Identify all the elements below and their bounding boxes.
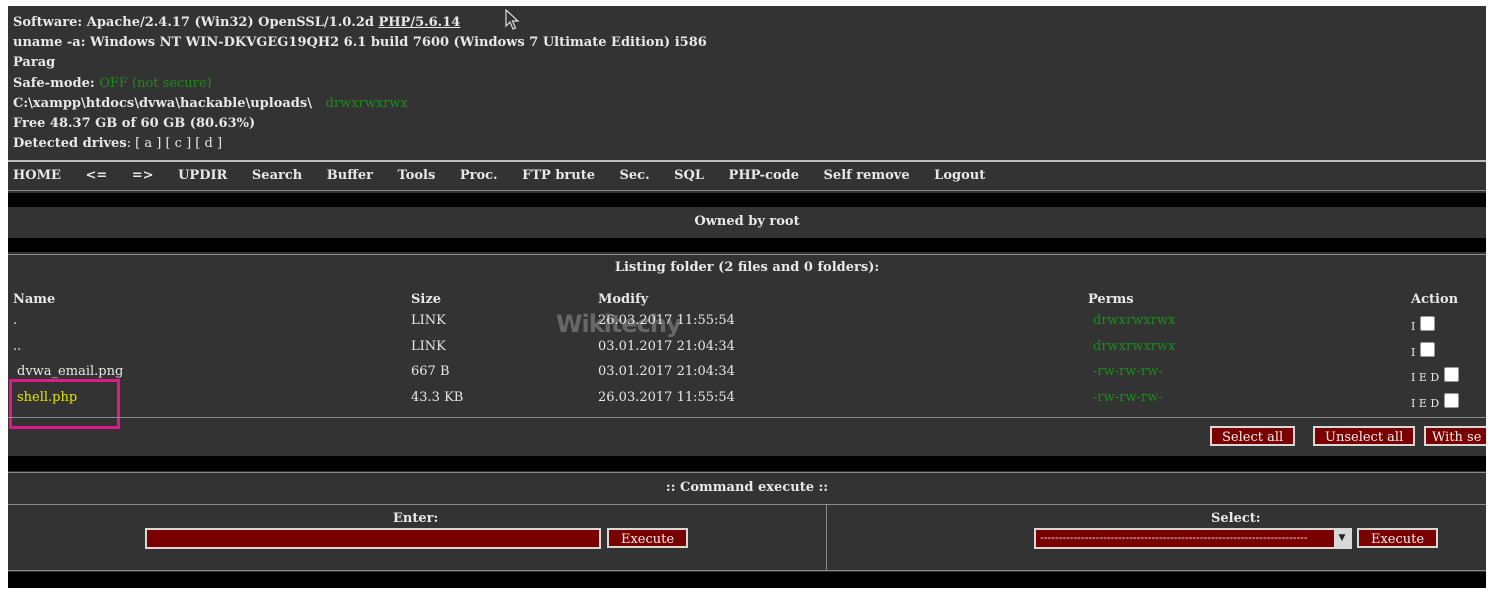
safemode-label: Safe-mode:	[13, 75, 95, 91]
shell-panel: Software: Apache/2.4.17 (Win32) OpenSSL/…	[8, 6, 1486, 588]
file-modify: 26.03.2017 11:55:54	[598, 313, 735, 328]
file-actions: I	[1411, 316, 1436, 333]
menu-self-remove[interactable]: Self remove	[824, 168, 910, 183]
file-actions: I	[1411, 342, 1436, 359]
safemode-line: Safe-mode: OFF (not secure)	[13, 74, 707, 94]
divider	[8, 504, 1486, 505]
file-name[interactable]: ..	[13, 339, 21, 354]
file-perms[interactable]: drwxrwxrwx	[1093, 313, 1175, 328]
enter-label: Enter:	[393, 511, 439, 526]
server-info: Software: Apache/2.4.17 (Win32) OpenSSL/…	[13, 13, 707, 154]
divider	[8, 254, 1486, 255]
file-name[interactable]: .	[13, 313, 17, 328]
php-version-link[interactable]: PHP/5.6.14	[378, 15, 460, 30]
select-all-button[interactable]: Select all	[1210, 426, 1296, 446]
file-size: LINK	[411, 313, 446, 328]
uname-label: uname -a:	[13, 35, 86, 51]
divider	[8, 472, 1486, 473]
action-links[interactable]: I E D	[1411, 371, 1439, 384]
divider	[8, 190, 1486, 191]
header-perms[interactable]: Perms	[1088, 292, 1134, 307]
menu-buffer[interactable]: Buffer	[327, 168, 373, 183]
black-bar	[8, 456, 1486, 471]
file-actions: I E D	[1411, 393, 1460, 410]
with-selected-button[interactable]: With se	[1424, 426, 1486, 446]
menu-sql[interactable]: SQL	[674, 168, 704, 183]
drives-label: Detected drives	[13, 136, 127, 152]
command-title: :: Command execute ::	[665, 480, 829, 495]
user-line: Parag	[13, 55, 56, 71]
header-name[interactable]: Name	[13, 292, 55, 307]
file-size: LINK	[411, 339, 446, 354]
dropdown-arrow-icon[interactable]: ▼	[1334, 530, 1350, 547]
current-path: C:\xampp\htdocs\dvwa\hackable\uploads\	[13, 95, 312, 111]
black-bar	[8, 238, 1486, 252]
file-modify: 03.01.2017 21:04:34	[598, 339, 735, 354]
main-menu: HOME <= => UPDIR Search Buffer Tools Pro…	[13, 168, 1005, 183]
file-size: 43.3 KB	[411, 390, 464, 405]
row-checkbox[interactable]	[1420, 316, 1436, 331]
file-perms[interactable]: -rw-rw-rw-	[1093, 364, 1163, 379]
file-size: 667 B	[411, 364, 450, 379]
divider	[8, 570, 1486, 571]
header-size[interactable]: Size	[411, 292, 441, 307]
menu-proc[interactable]: Proc.	[460, 168, 498, 183]
column-divider	[826, 504, 827, 570]
owner-text: Owned by root	[694, 214, 800, 229]
file-perms[interactable]: drwxrwxrwx	[1093, 339, 1175, 354]
header-modify[interactable]: Modify	[598, 292, 648, 307]
divider	[8, 160, 1486, 162]
drives-line: Detected drives: [ a ] [ c ] [ d ]	[13, 134, 707, 154]
menu-sec[interactable]: Sec.	[620, 168, 650, 183]
software-line: Software: Apache/2.4.17 (Win32) OpenSSL/…	[13, 13, 707, 33]
file-modify: 03.01.2017 21:04:34	[598, 364, 735, 379]
path-line: C:\xampp\htdocs\dvwa\hackable\uploads\ d…	[13, 94, 707, 114]
row-checkbox[interactable]	[1444, 393, 1460, 408]
menu-forward[interactable]: =>	[132, 168, 154, 183]
file-actions: I E D	[1411, 367, 1460, 384]
path-perms: drwxrwxrwx	[325, 95, 408, 111]
file-perms[interactable]: -rw-rw-rw-	[1093, 390, 1163, 405]
file-modify: 26.03.2017 11:55:54	[598, 390, 735, 405]
menu-ftp-brute[interactable]: FTP brute	[522, 168, 595, 183]
uname-value: Windows NT WIN-DKVGEG19QH2 6.1 build 760…	[90, 35, 707, 51]
black-bar	[8, 572, 1486, 588]
action-links[interactable]: I	[1411, 320, 1415, 333]
mouse-cursor-icon	[505, 9, 520, 30]
menu-back[interactable]: <=	[85, 168, 107, 183]
select-value: ----------------------------------------…	[1040, 531, 1308, 544]
command-input[interactable]	[145, 528, 601, 549]
menu-logout[interactable]: Logout	[934, 168, 985, 183]
software-label: Software:	[13, 15, 83, 30]
command-select[interactable]: ----------------------------------------…	[1034, 528, 1352, 549]
black-bar	[8, 193, 1486, 207]
select-label: Select:	[1211, 511, 1261, 526]
divider	[8, 417, 1486, 418]
menu-updir[interactable]: UPDIR	[178, 168, 227, 183]
row-checkbox[interactable]	[1444, 367, 1460, 382]
free-space-line: Free 48.37 GB of 60 GB (80.63%)	[13, 116, 256, 132]
file-name[interactable]: dvwa_email.png	[17, 364, 123, 379]
listing-title: Listing folder (2 files and 0 folders):	[614, 260, 880, 275]
row-checkbox[interactable]	[1420, 342, 1436, 357]
safemode-value: OFF (not secure)	[99, 75, 212, 91]
drives-links[interactable]: : [ a ] [ c ] [ d ]	[127, 136, 222, 151]
execute-select-button[interactable]: Execute	[1357, 528, 1438, 548]
execute-button[interactable]: Execute	[607, 528, 688, 548]
menu-tools[interactable]: Tools	[398, 168, 436, 183]
action-links[interactable]: I	[1411, 346, 1415, 359]
unselect-all-button[interactable]: Unselect all	[1313, 426, 1416, 446]
uname-line: uname -a: Windows NT WIN-DKVGEG19QH2 6.1…	[13, 33, 707, 53]
menu-php-code[interactable]: PHP-code	[729, 168, 799, 183]
annotation-highlight-box	[9, 379, 120, 429]
menu-home[interactable]: HOME	[13, 168, 61, 183]
action-links[interactable]: I E D	[1411, 397, 1439, 410]
software-value: Apache/2.4.17 (Win32) OpenSSL/1.0.2d	[86, 15, 374, 30]
menu-search[interactable]: Search	[252, 168, 302, 183]
header-action: Action	[1411, 292, 1459, 307]
